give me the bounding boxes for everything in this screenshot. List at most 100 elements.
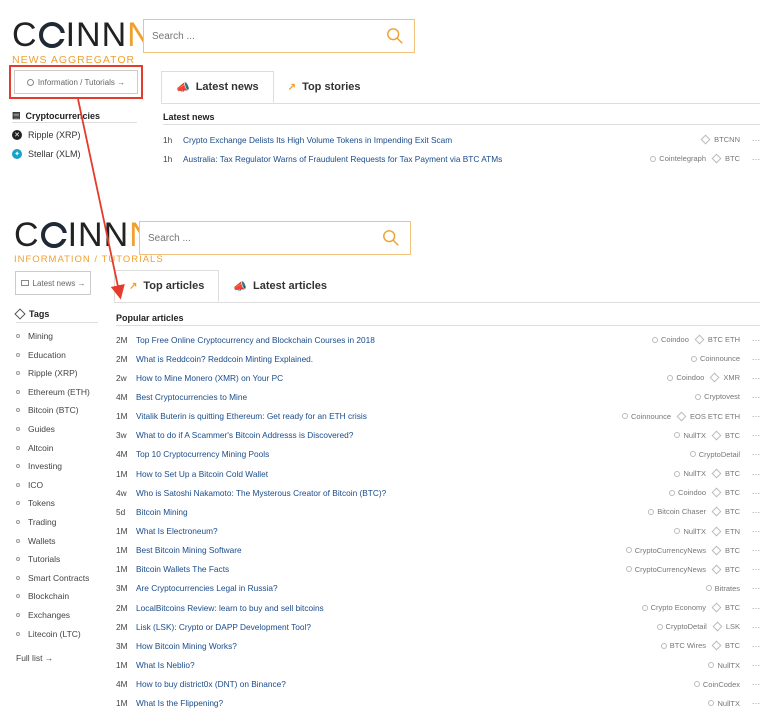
article-title-link[interactable]: How to Mine Monero (XMR) on Your PC [136, 373, 659, 383]
article-title-link[interactable]: What is Reddcoin? Reddcoin Minting Expla… [136, 354, 683, 364]
article-row[interactable]: 5d Bitcoin Mining Bitcoin Chaser BTC ⋯ [116, 502, 760, 521]
news-title-link[interactable]: Crypto Exchange Delists Its High Volume … [183, 135, 698, 145]
article-title-link[interactable]: What Is the Flippening? [136, 698, 700, 708]
article-title-link[interactable]: Who is Satoshi Nakamoto: The Mysterous C… [136, 488, 661, 498]
search-icon[interactable] [382, 229, 400, 247]
news-title-link[interactable]: Australia: Tax Regulator Warns of Fraudu… [183, 154, 650, 164]
top-search-input[interactable] [144, 20, 364, 52]
article-row[interactable]: 1M Best Bitcoin Mining Software CryptoCurr… [116, 541, 760, 560]
article-title-link[interactable]: Best Bitcoin Mining Software [136, 545, 618, 555]
article-title-link[interactable]: LocalBitcoins Review: learn to buy and s… [136, 603, 634, 613]
more-icon[interactable]: ⋯ [746, 354, 760, 364]
article-title-link[interactable]: How to Set Up a Bitcoin Cold Wallet [136, 469, 666, 479]
news-row[interactable]: 1h Crypto Exchange Delists Its High Volu… [163, 130, 760, 149]
more-icon[interactable]: ⋯ [746, 507, 760, 517]
article-row[interactable]: 4w Who is Satoshi Nakamoto: The Mysterous… [116, 483, 760, 502]
tag-item[interactable]: Ripple (XRP) [16, 368, 78, 378]
article-title-link[interactable]: How Bitcoin Mining Works? [136, 641, 653, 651]
more-icon[interactable]: ⋯ [746, 488, 760, 498]
more-icon[interactable]: ⋯ [746, 449, 760, 459]
article-title-link[interactable]: Top 10 Cryptocurrency Mining Pools [136, 449, 682, 459]
bottom-search-input[interactable] [140, 222, 360, 254]
more-icon[interactable]: ⋯ [746, 641, 760, 651]
tag-item[interactable]: Blockchain [16, 591, 69, 601]
tag-item[interactable]: Exchanges [16, 610, 70, 620]
more-icon[interactable]: ⋯ [746, 335, 760, 345]
tag-item[interactable]: Wallets [16, 536, 56, 546]
article-row[interactable]: 2M Top Free Online Cryptocurrency and Blo… [116, 330, 760, 349]
tag-item[interactable]: Guides [16, 424, 55, 434]
more-icon[interactable]: ⋯ [746, 622, 760, 632]
article-title-link[interactable]: Are Cryptocurrencies Legal in Russia? [136, 583, 698, 593]
tab-latest-articles[interactable]: 📣 Latest articles [219, 270, 341, 302]
more-icon[interactable]: ⋯ [746, 373, 760, 383]
more-icon[interactable]: ⋯ [746, 469, 760, 479]
tag-item[interactable]: Tokens [16, 498, 55, 508]
article-row[interactable]: 4M Top 10 Cryptocurrency Mining Pools Cryp… [116, 445, 760, 464]
article-title-link[interactable]: Lisk (LSK): Crypto or DAPP Development T… [136, 622, 649, 632]
category-stellar[interactable]: ✦ Stellar (XLM) [12, 149, 81, 159]
more-icon[interactable]: ⋯ [746, 564, 760, 574]
article-row[interactable]: 1M How to Set Up a Bitcoin Cold Wallet Nul… [116, 464, 760, 483]
more-icon[interactable]: ⋯ [746, 583, 760, 593]
article-title-link[interactable]: What to do if A Scammer's Bitcoin Addres… [136, 430, 666, 440]
tag-item[interactable]: Altcoin [16, 443, 54, 453]
article-title-link[interactable]: What Is Neblio? [136, 660, 700, 670]
more-icon[interactable]: ⋯ [746, 603, 760, 613]
article-row[interactable]: 2M LocalBitcoins Review: learn to buy and… [116, 598, 760, 617]
article-row[interactable]: 4M Best Cryptocurrencies to Mine Cryptoves… [116, 387, 760, 406]
article-title-link[interactable]: Best Cryptocurrencies to Mine [136, 392, 687, 402]
tag-item[interactable]: Investing [16, 461, 62, 471]
article-tags: XMR [723, 373, 740, 383]
article-row[interactable]: 3w What to do if A Scammer's Bitcoin Addr… [116, 426, 760, 445]
tag-item[interactable]: Education [16, 350, 66, 360]
tag-item[interactable]: ICO [16, 480, 43, 490]
more-icon[interactable]: ⋯ [746, 154, 760, 164]
article-row[interactable]: 1M What Is Electroneum? NullTX ETN ⋯ [116, 522, 760, 541]
bottom-search-box[interactable] [139, 221, 411, 255]
article-row[interactable]: 3M How Bitcoin Mining Works? BTC Wires BTC ⋯ [116, 636, 760, 655]
article-title-link[interactable]: Bitcoin Wallets The Facts [136, 564, 618, 574]
article-title-link[interactable]: How to buy district0x (DNT) on Binance? [136, 679, 686, 689]
article-row[interactable]: 4M How to buy district0x (DNT) on Binance… [116, 675, 760, 694]
latest-news-button[interactable]: Latest news → [15, 271, 91, 295]
article-row[interactable]: 1M Vitalik Buterin is quitting Ethereum: … [116, 407, 760, 426]
more-icon[interactable]: ⋯ [746, 392, 760, 402]
tab-top-stories[interactable]: ↗ Top stories [274, 71, 375, 103]
article-row[interactable]: 2M Lisk (LSK): Crypto or DAPP Development… [116, 617, 760, 636]
article-title-link[interactable]: Top Free Online Cryptocurrency and Block… [136, 335, 644, 345]
trend-icon: ↗ [129, 280, 138, 292]
more-icon[interactable]: ⋯ [746, 679, 760, 689]
article-row[interactable]: 3M Are Cryptocurrencies Legal in Russia? B… [116, 579, 760, 598]
tag-item[interactable]: Mining [16, 331, 53, 341]
more-icon[interactable]: ⋯ [746, 430, 760, 440]
more-icon[interactable]: ⋯ [746, 660, 760, 670]
article-row[interactable]: 2M What is Reddcoin? Reddcoin Minting Exp… [116, 349, 760, 368]
more-icon[interactable]: ⋯ [746, 411, 760, 421]
article-row[interactable]: 1M What Is Neblio? NullTX ⋯ [116, 656, 760, 675]
top-search-box[interactable] [143, 19, 415, 53]
article-row[interactable]: 2w How to Mine Monero (XMR) on Your PC Coi… [116, 368, 760, 387]
tag-item[interactable]: Litecoin (LTC) [16, 629, 81, 639]
full-list-link[interactable]: Full list → [16, 653, 53, 663]
tag-item[interactable]: Smart Contracts [16, 573, 89, 583]
more-icon[interactable]: ⋯ [746, 526, 760, 536]
more-icon[interactable]: ⋯ [746, 135, 760, 145]
tag-item[interactable]: Bitcoin (BTC) [16, 405, 79, 415]
info-tutorials-button[interactable]: Information / Tutorials → [14, 70, 138, 94]
tag-item[interactable]: Trading [16, 517, 57, 527]
tab-latest-news[interactable]: 📣 Latest news [161, 71, 274, 103]
tab-top-articles[interactable]: ↗ Top articles [114, 270, 220, 302]
tag-item[interactable]: Ethereum (ETH) [16, 387, 90, 397]
article-row[interactable]: 1M What Is the Flippening? NullTX ⋯ [116, 694, 760, 713]
article-row[interactable]: 1M Bitcoin Wallets The Facts CryptoCurrenc… [116, 560, 760, 579]
news-row[interactable]: 1h Australia: Tax Regulator Warns of Fra… [163, 149, 760, 168]
article-title-link[interactable]: Bitcoin Mining [136, 507, 640, 517]
search-icon[interactable] [386, 27, 404, 45]
category-ripple[interactable]: ✕ Ripple (XRP) [12, 130, 81, 140]
more-icon[interactable]: ⋯ [746, 545, 760, 555]
article-title-link[interactable]: What Is Electroneum? [136, 526, 666, 536]
more-icon[interactable]: ⋯ [746, 698, 760, 708]
article-title-link[interactable]: Vitalik Buterin is quitting Ethereum: Ge… [136, 411, 614, 421]
tag-item[interactable]: Tutorials [16, 554, 60, 564]
